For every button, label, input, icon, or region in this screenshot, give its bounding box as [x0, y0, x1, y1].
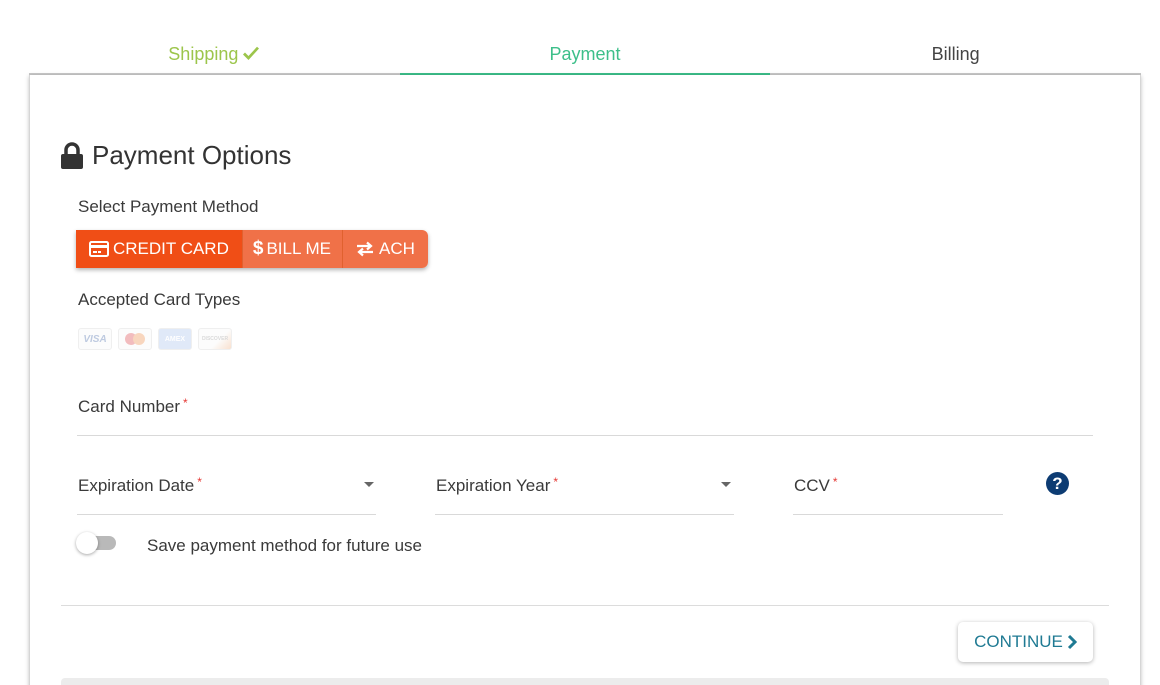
chevron-down-icon	[364, 482, 374, 487]
help-icon[interactable]: ?	[1046, 472, 1069, 495]
expiration-year-label-text: Expiration Year	[436, 476, 551, 495]
credit-card-button[interactable]: CREDIT CARD	[76, 230, 242, 268]
payment-method-label: Select Payment Method	[78, 197, 259, 216]
continue-label: CONTINUE	[974, 632, 1063, 651]
checkout-steps: Shipping Payment Billing	[29, 34, 1141, 75]
toggle-knob	[76, 532, 98, 554]
dollar-icon: $	[252, 238, 264, 259]
footer-section	[61, 678, 1109, 685]
ccv-label: CCV *	[794, 475, 838, 496]
ccv-input[interactable]: CCV *	[793, 470, 1003, 515]
required-marker: *	[832, 475, 838, 489]
bill-me-label: BILL ME	[266, 239, 332, 258]
required-marker: *	[553, 475, 559, 489]
accepted-card-logos: VISA AMEX DISCOVER	[78, 328, 232, 350]
mastercard-icon	[118, 328, 152, 350]
discover-icon: DISCOVER	[198, 328, 232, 350]
tab-billing[interactable]: Billing	[770, 34, 1141, 73]
tab-shipping-label: Shipping	[168, 44, 239, 64]
visa-text: VISA	[83, 333, 107, 345]
page-title-text: Payment Options	[92, 140, 292, 170]
ach-label: ACH	[379, 239, 415, 258]
expiration-date-label-text: Expiration Date	[78, 476, 195, 495]
payment-method-group: CREDIT CARD $ BILL ME ACH	[76, 230, 428, 268]
card-number-label: Card Number *	[78, 396, 188, 417]
chevron-down-icon	[721, 482, 731, 487]
bill-me-button[interactable]: $ BILL ME	[241, 230, 343, 268]
tab-shipping[interactable]: Shipping	[29, 34, 400, 73]
lock-icon	[61, 141, 83, 169]
divider	[61, 605, 1109, 606]
visa-icon: VISA	[78, 328, 112, 350]
tab-payment[interactable]: Payment	[399, 34, 771, 75]
tab-payment-label: Payment	[549, 44, 621, 64]
ach-button[interactable]: ACH	[342, 230, 428, 268]
save-payment-label: Save payment method for future use	[147, 536, 422, 555]
card-number-label-text: Card Number	[78, 397, 181, 416]
card-number-input[interactable]: Card Number *	[77, 392, 1093, 436]
required-marker: *	[197, 475, 202, 489]
expiration-year-select[interactable]: Expiration Year *	[435, 470, 734, 515]
expiration-date-label: Expiration Date *	[78, 475, 202, 496]
required-marker: *	[183, 396, 188, 410]
tab-billing-label: Billing	[931, 44, 980, 64]
ccv-label-text: CCV	[794, 476, 830, 495]
page-title: Payment Options	[60, 140, 291, 171]
credit-card-icon	[89, 241, 109, 257]
expiration-year-label: Expiration Year *	[436, 475, 558, 496]
amex-icon: AMEX	[158, 328, 192, 350]
continue-button[interactable]: CONTINUE	[958, 622, 1093, 662]
expiration-date-select[interactable]: Expiration Date *	[77, 470, 376, 515]
chevron-right-icon	[1067, 634, 1077, 650]
check-icon	[243, 46, 260, 60]
exchange-icon	[357, 241, 374, 257]
credit-card-label: CREDIT CARD	[113, 239, 229, 258]
amex-text: AMEX	[164, 335, 186, 343]
save-payment-toggle[interactable]	[76, 532, 118, 554]
accepted-cards-label: Accepted Card Types	[78, 290, 241, 309]
discover-text: DISCOVER	[201, 336, 229, 342]
